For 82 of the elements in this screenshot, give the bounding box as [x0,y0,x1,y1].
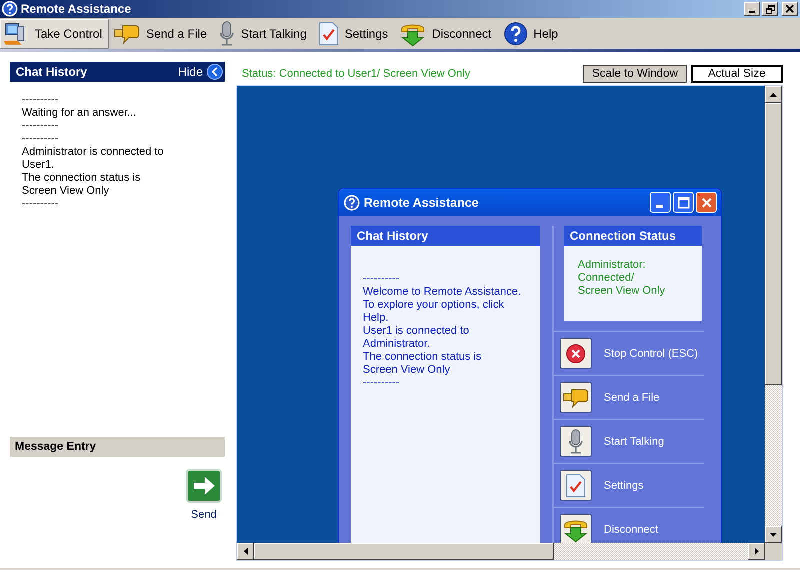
help-icon [2,1,18,17]
view-button[interactable]: Scale to Window [583,64,687,82]
chat-line: ---------- [22,133,60,146]
speech-bubble-icon [114,22,140,44]
arrow-up-icon [770,92,777,96]
chat-line: Screen View Only [363,364,452,377]
chat-line: ---------- [22,94,60,107]
maximize-icon [678,196,690,208]
action-icon-button[interactable] [560,382,592,413]
scroll-left-button[interactable] [237,543,254,560]
chat-line: Help. [363,312,390,325]
status-text: Status: Connected to User1/ Screen View Only [242,68,470,80]
action-link[interactable]: Disconnect [604,524,658,536]
arrow-down-icon [770,532,777,536]
action-link[interactable]: Stop Control (ESC) [604,348,698,360]
chat-line: To explore your options, click [363,299,506,312]
window-title: Remote Assistance [21,2,132,16]
toolbar-button[interactable]: Take Control [0,18,110,48]
close-button[interactable] [782,2,798,16]
chat-line: ---------- [363,377,401,390]
chat-line: The connection status is [22,172,142,185]
arrow-right-icon [186,469,222,503]
toolbar-button[interactable]: Disconnect [397,18,499,48]
status-line: Screen View Only [578,285,666,298]
minimize-icon [656,204,662,208]
stop-icon [566,344,586,364]
toolbar-button[interactable]: Help [500,18,566,48]
help-icon [344,194,360,210]
chevron-left-icon [207,64,223,80]
status-line: Connected/ [578,272,636,285]
microphone-icon [568,428,584,454]
toolbar-button[interactable]: Start Talking [216,18,314,48]
action-link[interactable]: Settings [604,480,644,492]
microphone-icon [219,20,236,46]
scroll-right-button[interactable] [748,543,765,560]
close-icon [702,198,712,208]
horizontal-scrollbar[interactable] [237,543,765,560]
checklist-icon [318,22,339,46]
scroll-thumb[interactable] [765,103,782,385]
chat-line: Waiting for an answer... [22,107,138,120]
scroll-down-button[interactable] [765,526,782,543]
help-icon [504,22,528,46]
chat-line: User1 is connected to [363,325,470,338]
scroll-up-button[interactable] [765,86,782,103]
window-title: Remote Assistance [364,196,479,210]
chat-line: Administrator is connected to [22,146,165,159]
action-icon-button[interactable] [560,426,592,457]
chat-line: Welcome to Remote Assistance. [363,286,522,299]
chat-line: ---------- [22,198,60,211]
toolbar-button[interactable]: Settings [316,18,396,48]
panel-title: Connection Status [570,229,676,243]
action-link[interactable]: Start Talking [604,436,664,448]
minimize-button[interactable] [744,2,760,16]
speech-bubble-icon [563,386,589,408]
maximize-button[interactable] [673,192,694,213]
restore-button[interactable] [762,2,778,16]
status-line: Administrator: [578,259,647,272]
chat-line: Administrator. [363,338,432,351]
chat-line: The connection status is [363,351,483,364]
chat-line: ---------- [22,120,60,133]
toolbar-button[interactable]: Send a File [111,18,214,48]
action-icon-button[interactable] [560,470,592,501]
close-icon [786,5,794,13]
send-button[interactable]: Send [186,469,222,521]
view-button[interactable]: Actual Size [691,64,783,82]
chat-line: Screen View Only [22,185,110,198]
action-icon-button[interactable] [560,514,592,543]
chat-line: User1. [22,159,56,172]
arrow-left-icon [244,548,248,555]
checklist-icon [566,474,586,498]
hide-button[interactable]: Hide [178,64,223,80]
panel-title: Message Entry [15,441,96,453]
panel-title: Chat History [357,229,428,243]
restore-icon [766,4,774,14]
scroll-thumb[interactable] [254,543,554,560]
action-icon-button[interactable] [560,338,592,369]
chat-line: ---------- [363,273,401,286]
action-link[interactable]: Send a File [604,392,660,404]
arrow-right-icon [754,548,758,555]
panel-title: Chat History [16,65,88,79]
scrollbar-corner [765,543,782,560]
vertical-scrollbar[interactable] [765,86,782,543]
